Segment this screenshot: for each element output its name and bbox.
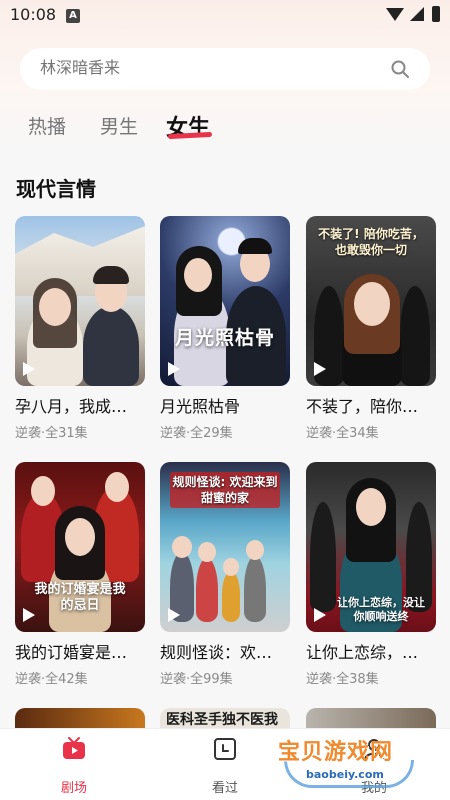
drama-title: 让你上恋综，… bbox=[306, 643, 419, 662]
cover-caption: 不装了! 陪你吃苦，也敢毁你一切 bbox=[318, 227, 424, 257]
drama-title: 孕八月，我成… bbox=[15, 397, 128, 416]
signal-icon bbox=[410, 7, 424, 21]
nav-label: 看过 bbox=[211, 781, 238, 796]
status-time: 10:08 bbox=[10, 5, 57, 24]
drama-card[interactable]: 让你上恋综，没让你顺响送终 让你上恋综，… 逆袭·全38集 bbox=[306, 462, 436, 687]
drama-cover[interactable]: 月光照枯骨 bbox=[160, 216, 290, 386]
tab-male[interactable]: 男生 bbox=[100, 112, 138, 139]
cover-caption: 规则怪谈: 欢迎来到甜蜜的家 bbox=[170, 472, 280, 508]
drama-cover[interactable]: 医科圣手独不医我 bbox=[160, 708, 290, 728]
nav-theater[interactable]: 剧场 bbox=[34, 737, 114, 796]
drama-meta: 逆袭·全34集 bbox=[306, 426, 379, 441]
search-input[interactable] bbox=[40, 58, 360, 77]
drama-card[interactable]: 孕八月，我成… 逆袭·全31集 bbox=[15, 216, 145, 441]
drama-meta: 逆袭·全29集 bbox=[160, 426, 233, 441]
status-bar: 10:08 A bbox=[0, 0, 450, 32]
wifi-icon bbox=[386, 8, 404, 21]
drama-cover[interactable] bbox=[15, 708, 145, 728]
play-icon bbox=[314, 608, 326, 622]
cover-caption: 月光照枯骨 bbox=[174, 327, 275, 349]
drama-cover[interactable]: 我的订婚宴是我的忌日 bbox=[15, 462, 145, 632]
drama-card[interactable]: 不装了! 陪你吃苦，也敢毁你一切 不装了，陪你… 逆袭·全34集 bbox=[306, 216, 436, 441]
play-icon bbox=[23, 608, 35, 622]
drama-meta: 逆袭·全38集 bbox=[306, 672, 379, 687]
drama-cover[interactable] bbox=[15, 216, 145, 386]
nav-label: 剧场 bbox=[60, 781, 87, 796]
tab-hot[interactable]: 热播 bbox=[28, 112, 66, 139]
play-icon bbox=[168, 608, 180, 622]
drama-meta: 逆袭·全99集 bbox=[160, 672, 233, 687]
search-bar[interactable] bbox=[20, 48, 430, 90]
drama-cover[interactable] bbox=[306, 708, 436, 728]
history-icon bbox=[214, 738, 236, 760]
drama-meta: 逆袭·全42集 bbox=[15, 672, 88, 687]
section-title: 现代言情 bbox=[16, 177, 96, 201]
drama-cover[interactable]: 不装了! 陪你吃苦，也敢毁你一切 bbox=[306, 216, 436, 386]
drama-title: 月光照枯骨 bbox=[160, 397, 241, 416]
notification-icon: A bbox=[66, 9, 80, 23]
watermark-text: 宝贝游戏网 bbox=[278, 740, 394, 765]
drama-title: 规则怪谈：欢… bbox=[160, 643, 273, 662]
play-icon bbox=[314, 362, 326, 376]
battery-icon bbox=[432, 6, 440, 22]
drama-title: 我的订婚宴是… bbox=[15, 643, 128, 662]
drama-meta: 逆袭·全31集 bbox=[15, 426, 88, 441]
drama-cover[interactable]: 让你上恋综，没让你顺响送终 bbox=[306, 462, 436, 632]
cover-caption: 医科圣手独不医我 bbox=[166, 712, 278, 728]
drama-cover[interactable]: 规则怪谈: 欢迎来到甜蜜的家 bbox=[160, 462, 290, 632]
search-icon[interactable] bbox=[390, 59, 410, 79]
drama-card[interactable]: 我的订婚宴是我的忌日 我的订婚宴是… 逆袭·全42集 bbox=[15, 462, 145, 687]
drama-title: 不装了，陪你… bbox=[306, 397, 419, 416]
watermark-url: baobeiy.com bbox=[306, 768, 384, 781]
drama-card[interactable]: 规则怪谈: 欢迎来到甜蜜的家 规则怪谈：欢… 逆袭·全99集 bbox=[160, 462, 290, 687]
play-icon bbox=[23, 362, 35, 376]
play-icon bbox=[168, 362, 180, 376]
tv-icon bbox=[63, 737, 85, 759]
drama-card[interactable]: 月光照枯骨 月光照枯骨 逆袭·全29集 bbox=[160, 216, 290, 441]
nav-history[interactable]: 看过 bbox=[185, 737, 265, 796]
watermark-logo: 宝贝游戏网 baobeiy.com bbox=[278, 734, 428, 794]
